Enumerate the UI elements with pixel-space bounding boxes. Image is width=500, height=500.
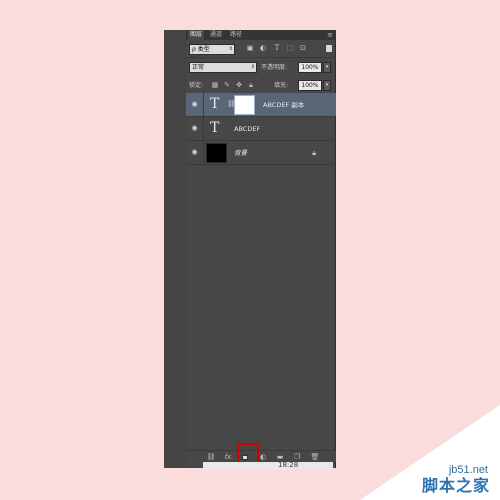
fill-label: 填充: [274, 82, 289, 89]
opacity-dropdown-icon[interactable]: ▾ [323, 62, 331, 73]
layer-mask-thumbnail[interactable] [234, 95, 255, 115]
panel-tabbar: 图层 通道 路径 ≡ [186, 30, 336, 40]
chevron-updown-icon: ⇕ [228, 46, 233, 52]
fx-icon[interactable]: fx. [224, 453, 234, 462]
text-layer-icon: T [210, 120, 220, 136]
chevron-updown-icon: ⇕ [250, 64, 255, 70]
watermark-name: 脚本之家 [421, 476, 490, 495]
link-layers-icon[interactable]: ⛓ [206, 453, 216, 462]
filter-toggle[interactable] [326, 45, 332, 52]
opacity-label: 不透明度: [261, 64, 288, 71]
layer-row-abcdef-copy[interactable]: ◉ T ⛓ ABCDEF 副本 [186, 93, 336, 117]
blend-mode-select[interactable]: 正常 ⇕ [189, 62, 257, 73]
blend-row: 正常 ⇕ 不透明度: 100% ▾ [186, 61, 336, 75]
lock-icon: 🔒︎ [312, 149, 316, 157]
lock-image-pixels-icon[interactable]: ✎ [223, 81, 231, 89]
filter-kind-label: ρ 类型 [192, 46, 210, 53]
fill-dropdown-icon[interactable]: ▾ [323, 80, 331, 91]
adjustment-icon[interactable]: ◐ [258, 453, 268, 462]
filter-row: ρ 类型 ⇕ ▣ ◐ T ⬚ ⊡ [186, 42, 336, 56]
layers-panel: 图层 通道 路径 ≡ ρ 类型 ⇕ ▣ ◐ T ⬚ ⊡ 正常 ⇕ 不透明度: 1… [186, 30, 336, 468]
image-filter-icon[interactable]: ▣ [246, 44, 254, 52]
lock-transparent-pixels-icon[interactable]: ▦ [211, 81, 219, 89]
tab-layers[interactable]: 图层 [188, 30, 205, 40]
eye-icon[interactable]: ◉ [190, 101, 199, 108]
tab-channels[interactable]: 通道 [208, 30, 224, 40]
layer-name[interactable]: ABCDEF 副本 [263, 100, 304, 110]
adjustment-filter-icon[interactable]: ◐ [259, 44, 267, 52]
visibility-column-divider [203, 93, 204, 117]
status-time: 18:28 [278, 461, 299, 469]
divider [186, 57, 336, 58]
blend-mode-value: 正常 [192, 64, 205, 71]
layer-row-background[interactable]: ◉ 背景 🔒︎ [186, 141, 336, 165]
text-layer-icon: T [210, 96, 220, 112]
filter-kind-select[interactable]: ρ 类型 ⇕ [189, 44, 235, 55]
lock-row: 锁定: ▦ ✎ ✥ 🔒︎ 填充: 100% ▾ [186, 79, 336, 93]
lock-label: 锁定: [189, 82, 204, 89]
background-layer-thumbnail [206, 143, 227, 163]
layer-name[interactable]: ABCDEF [234, 124, 260, 134]
app: 图层 通道 路径 ≡ ρ 类型 ⇕ ▣ ◐ T ⬚ ⊡ 正常 ⇕ 不透明度: 1… [0, 0, 500, 500]
layer-name[interactable]: 背景 [234, 148, 247, 158]
type-filter-icon[interactable]: T [273, 44, 281, 52]
status-bar: 18:28 [203, 461, 333, 470]
visibility-column-divider [203, 141, 204, 165]
lock-all-icon[interactable]: 🔒︎ [247, 81, 255, 89]
panel-side-strip [164, 30, 187, 468]
fill-input[interactable]: 100% [298, 80, 322, 91]
eye-icon[interactable]: ◉ [190, 125, 199, 132]
opacity-input[interactable]: 100% [298, 62, 322, 73]
eye-icon[interactable]: ◉ [190, 149, 199, 156]
panel-menu-icon[interactable]: ≡ [327, 31, 333, 39]
layer-row-abcdef[interactable]: ◉ T ABCDEF [186, 117, 336, 141]
tab-paths[interactable]: 路径 [228, 30, 244, 40]
lock-position-icon[interactable]: ✥ [235, 81, 243, 89]
trash-icon[interactable]: 🗑︎ [310, 453, 320, 462]
shape-filter-icon[interactable]: ⬚ [286, 44, 294, 52]
visibility-column-divider [203, 117, 204, 141]
smart-object-filter-icon[interactable]: ⊡ [299, 44, 307, 52]
